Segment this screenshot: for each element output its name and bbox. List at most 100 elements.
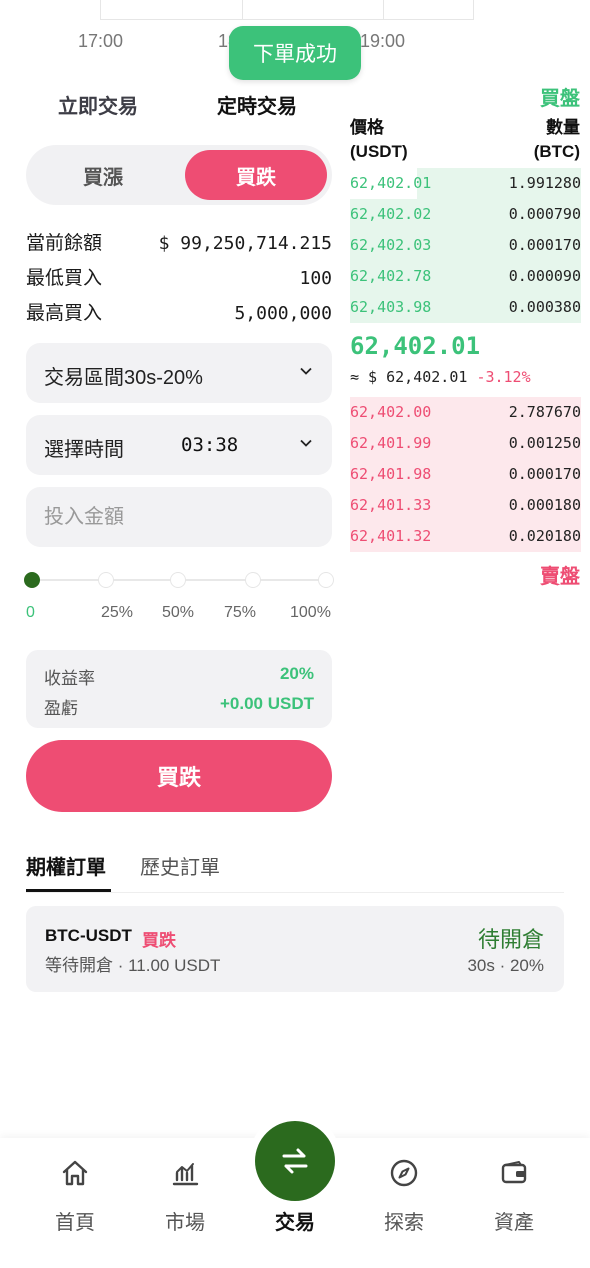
qty-header-label: 數量 [546, 118, 580, 137]
time-select-label: 選擇時間 [44, 439, 124, 461]
order-side: 買跌 [142, 931, 176, 950]
time-select[interactable]: 選擇時間 03:38 [26, 415, 332, 475]
nav-market[interactable]: 市場 [145, 1158, 225, 1235]
balance-row: 當前餘額 $ 99,250,714.215 [26, 228, 332, 255]
nav-home[interactable]: 首頁 [35, 1158, 115, 1235]
min-buy-value: 100 [299, 268, 332, 289]
amount-field [26, 487, 332, 547]
bid-row[interactable]: 62,402.03 0.000170 [350, 230, 581, 261]
bid-price: 62,402.03 [350, 236, 432, 254]
slider-mark-label: 75% [224, 604, 257, 621]
amount-slider[interactable] [24, 568, 338, 592]
order-book-buy-title: 買盤 [540, 88, 580, 110]
slider-mark-label: 0 [26, 604, 35, 621]
compass-icon [390, 1159, 418, 1187]
last-price-usd-row: ≈ $ 62,402.01 -3.12% [350, 368, 531, 386]
wallet-icon [501, 1161, 527, 1184]
price-header-label: 價格 [350, 118, 384, 137]
min-buy-label: 最低買入 [26, 268, 103, 289]
ask-row[interactable]: 62,401.99 0.001250 [350, 428, 581, 459]
ask-qty: 0.000180 [508, 496, 581, 514]
order-status: 待開倉 [477, 927, 544, 952]
bid-price: 62,402.78 [350, 267, 432, 285]
max-buy-value: 5,000,000 [234, 303, 332, 324]
nav-trade-label: 交易 [275, 1212, 315, 1234]
bid-qty: 0.000090 [508, 267, 581, 285]
chart-time-label: 17:00 [78, 31, 124, 51]
profit-rate-row: 收益率 20% [44, 664, 314, 689]
pnl-row: 盈虧 +0.00 USDT [44, 694, 314, 719]
ask-price: 62,402.00 [350, 403, 432, 421]
trade-fab-button[interactable] [255, 1121, 335, 1201]
slider-mark-label: 100% [290, 604, 331, 621]
nav-assets[interactable]: 資產 [474, 1158, 554, 1235]
buy-up-option[interactable]: 買漲 [32, 150, 174, 200]
ask-qty: 2.787670 [508, 403, 581, 421]
pnl-value: +0.00 USDT [219, 694, 314, 713]
bid-row[interactable]: 62,402.78 0.000090 [350, 261, 581, 292]
ask-row[interactable]: 62,402.00 2.787670 [350, 397, 581, 428]
pnl-label: 盈虧 [44, 699, 78, 718]
bid-row[interactable]: 62,402.01 1.991280 [350, 168, 581, 199]
time-select-value: 03:38 [181, 434, 239, 456]
bid-qty: 0.000790 [508, 205, 581, 223]
interval-select-value: 交易區間30s-20% [44, 367, 203, 389]
slider-mark-label: 25% [101, 604, 134, 621]
ask-row[interactable]: 62,401.33 0.000180 [350, 490, 581, 521]
tab-scheduled-trade[interactable]: 定時交易 [217, 90, 297, 119]
slider-mark-label: 50% [162, 604, 195, 621]
tab-order-history[interactable]: 歷史訂單 [140, 851, 220, 880]
bid-qty: 1.991280 [508, 174, 581, 192]
bid-qty: 0.000380 [508, 298, 581, 316]
tab-instant-trade[interactable]: 立即交易 [58, 90, 138, 119]
ask-row[interactable]: 62,401.32 0.020180 [350, 521, 581, 552]
interval-select[interactable]: 交易區間30s-20% [26, 343, 332, 403]
nav-market-label: 市場 [165, 1212, 205, 1234]
qty-header-unit: (BTC) [533, 142, 580, 161]
price-header: 價格 (USDT) [350, 116, 408, 164]
slider-knob-75[interactable] [245, 572, 261, 588]
order-pair: BTC-USDT [45, 926, 132, 945]
nav-home-label: 首頁 [55, 1212, 95, 1234]
last-price-usd: ≈ $ 62,402.01 [350, 368, 468, 386]
direction-switch: 買漲 買跌 [26, 145, 332, 205]
profit-rate-label: 收益率 [44, 669, 95, 688]
slider-knob-50[interactable] [170, 572, 186, 588]
amount-input[interactable] [26, 487, 332, 547]
ask-price: 62,401.99 [350, 434, 432, 452]
balance-label: 當前餘額 [26, 233, 103, 254]
slider-knob-25[interactable] [98, 572, 114, 588]
tabs-divider [26, 892, 564, 893]
tab-option-orders[interactable]: 期權訂單 [26, 851, 106, 880]
min-buy-row: 最低買入 100 [26, 263, 332, 290]
bid-row[interactable]: 62,403.98 0.000380 [350, 292, 581, 323]
last-price: 62,402.01 [350, 332, 481, 360]
slider-knob-0[interactable] [24, 572, 40, 588]
chart-gridline [242, 0, 243, 20]
order-card[interactable]: BTC-USDT 買跌 等待開倉 · 11.00 USDT 待開倉 30s · … [26, 906, 564, 992]
swap-icon [282, 1148, 308, 1174]
chart-time-label: 19:00 [360, 31, 406, 51]
order-meta: 30s · 20% [467, 956, 544, 975]
slider-knob-100[interactable] [318, 572, 334, 588]
buy-down-submit-button[interactable]: 買跌 [26, 740, 332, 812]
nav-explore[interactable]: 探索 [364, 1158, 444, 1235]
ask-qty: 0.000170 [508, 465, 581, 483]
price-change: -3.12% [476, 368, 531, 386]
max-buy-label: 最高買入 [26, 303, 103, 324]
ask-qty: 0.020180 [508, 527, 581, 545]
home-icon [62, 1160, 88, 1186]
buy-down-option[interactable]: 買跌 [185, 150, 327, 200]
nav-assets-label: 資產 [494, 1212, 534, 1234]
bid-price: 62,402.01 [350, 174, 432, 192]
max-buy-row: 最高買入 5,000,000 [26, 298, 332, 325]
balance-value: $ 99,250,714.215 [158, 233, 332, 254]
profit-rate-value: 20% [279, 664, 314, 683]
order-book-sell-title: 賣盤 [540, 566, 580, 588]
bid-row[interactable]: 62,402.02 0.000790 [350, 199, 581, 230]
chart-gridline [383, 0, 384, 20]
ask-price: 62,401.32 [350, 527, 432, 545]
chevron-down-icon [300, 439, 312, 447]
ask-row[interactable]: 62,401.98 0.000170 [350, 459, 581, 490]
ask-price: 62,401.98 [350, 465, 432, 483]
